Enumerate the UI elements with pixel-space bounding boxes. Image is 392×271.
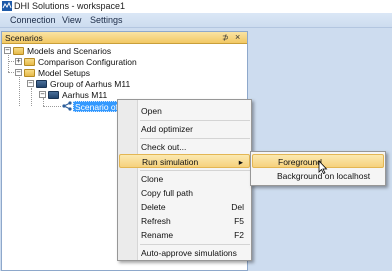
menu-item-copy-full-path[interactable]: Copy full path — [119, 186, 250, 200]
menu-item-refresh[interactable]: Refresh F5 — [119, 214, 250, 228]
tree-node-aarhus-m11[interactable]: − Aarhus M11 — [39, 89, 107, 100]
folder-icon — [24, 68, 35, 77]
model-icon — [48, 90, 59, 99]
menu-item-shortcut: F2 — [234, 230, 244, 240]
tree-node-label: Group of Aarhus M11 — [50, 78, 131, 89]
mouse-cursor-icon — [318, 160, 328, 174]
menu-item-rename[interactable]: Rename F2 — [119, 228, 250, 242]
menu-settings[interactable]: Settings — [90, 15, 123, 25]
menu-item-label: Foreground — [278, 157, 322, 167]
menu-item-auto-approve-simulations[interactable]: Auto-approve simulations — [119, 246, 250, 260]
menu-item-shortcut: F5 — [234, 216, 244, 226]
menu-item-label: Clone — [141, 174, 164, 184]
pin-icon[interactable]: ⊅ — [222, 33, 229, 42]
menu-item-label: Open — [141, 106, 162, 116]
title-bar: DHI Solutions - workspace1 — [0, 0, 392, 13]
menu-separator — [140, 138, 250, 139]
menu-item-check-out[interactable]: Check out... — [119, 140, 250, 154]
menu-item-clone[interactable]: Clone — [119, 172, 250, 186]
window-title: DHI Solutions - workspace1 — [14, 1, 126, 11]
menu-item-add-optimizer[interactable]: Add optimizer — [119, 122, 250, 136]
close-icon[interactable]: × — [235, 32, 240, 42]
menu-item-shortcut: Del — [231, 202, 244, 212]
menu-item-label: Run simulation — [142, 157, 199, 167]
tree-node-label: Comparison Configuration — [38, 56, 137, 67]
tree-node-comparison-configuration[interactable]: + Comparison Configuration — [15, 56, 137, 67]
tree-line — [8, 55, 9, 72]
menu-item-label: Add optimizer — [141, 124, 193, 134]
menu-separator — [140, 120, 250, 121]
tree-node-label: Model Setups — [38, 67, 90, 78]
folder-icon — [13, 46, 24, 55]
submenu-arrow-icon: ▸ — [238, 157, 243, 167]
menu-bar: Connection View Settings — [0, 13, 392, 28]
menu-item-label: Delete — [141, 202, 166, 212]
menu-item-label: Copy full path — [141, 188, 193, 198]
tree-node-label: Aarhus M11 — [62, 89, 108, 100]
folder-icon — [36, 79, 47, 88]
panel-header: Scenarios ⊅ × — [2, 32, 247, 44]
menu-item-open[interactable]: Open — [119, 104, 250, 118]
menu-item-label: Check out... — [141, 142, 187, 152]
menu-item-run-simulation[interactable]: Run simulation ▸ — [119, 154, 250, 168]
collapse-icon[interactable]: − — [15, 69, 22, 76]
menu-separator — [140, 170, 250, 171]
tree-line — [43, 106, 61, 107]
tree-node-model-setups[interactable]: − Model Setups — [15, 67, 90, 78]
menu-separator — [140, 244, 250, 245]
expand-icon[interactable]: + — [15, 58, 22, 65]
tree-line — [8, 72, 14, 73]
collapse-icon[interactable]: − — [39, 91, 46, 98]
tree-line — [19, 77, 20, 106]
panel-title: Scenarios — [5, 33, 43, 43]
menu-connection[interactable]: Connection — [10, 15, 56, 25]
context-menu: Open Add optimizer Check out... Run simu… — [117, 99, 252, 261]
menu-item-label: Auto-approve simulations — [141, 248, 237, 258]
tree-line — [8, 61, 14, 62]
tree-line — [31, 88, 32, 106]
tree-node-group-of-aarhus-m11[interactable]: − Group of Aarhus M11 — [27, 78, 130, 89]
menu-item-label: Rename — [141, 230, 174, 240]
app-icon — [2, 1, 12, 11]
tree-node-label: Models and Scenarios — [27, 45, 112, 56]
menu-item-delete[interactable]: Delete Del — [119, 200, 250, 214]
collapse-icon[interactable]: − — [27, 80, 34, 87]
collapse-icon[interactable]: − — [4, 47, 11, 54]
tree-node-models-and-scenarios[interactable]: − Models and Scenarios — [4, 45, 111, 56]
scenario-icon — [62, 101, 72, 111]
folder-icon — [24, 57, 35, 66]
menu-item-label: Refresh — [141, 216, 171, 226]
menu-view[interactable]: View — [62, 15, 81, 25]
